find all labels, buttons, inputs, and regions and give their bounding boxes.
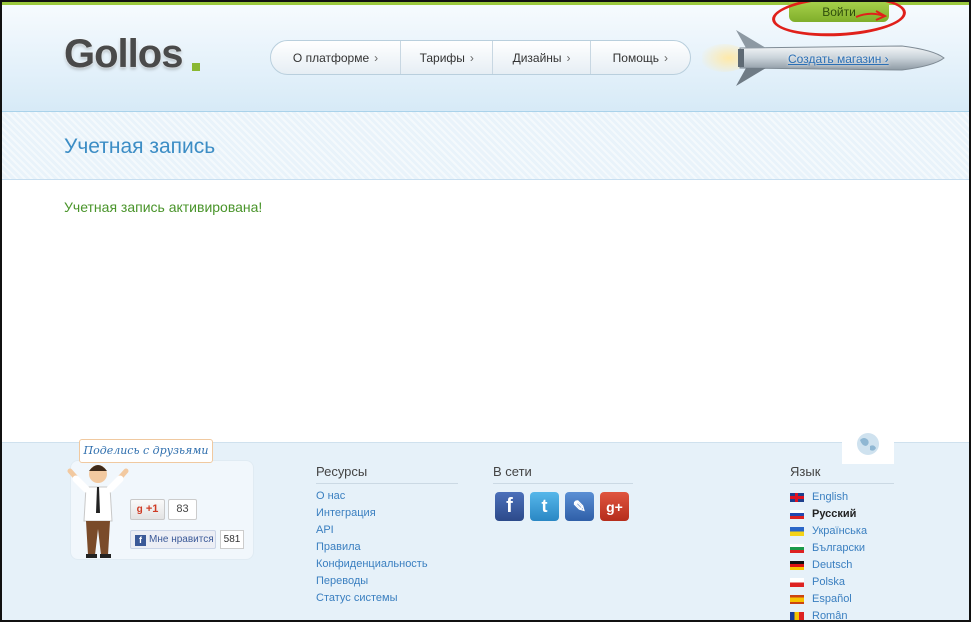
language-label: Deutsch (812, 559, 853, 571)
language-english[interactable]: English (790, 489, 867, 506)
language-german[interactable]: Deutsch (790, 557, 867, 574)
main-nav: О платформе › Тарифы › Дизайны › Помощь … (270, 40, 691, 75)
nav-item-pricing[interactable]: Тарифы › (401, 41, 494, 74)
language-label: English (812, 491, 849, 503)
twitter-icon[interactable]: t (530, 492, 559, 521)
de-flag-icon (790, 561, 804, 570)
resource-link-integration[interactable]: Интеграция (316, 505, 428, 522)
resources-heading: Ресурсы (316, 464, 458, 484)
language-polish[interactable]: Polska (790, 574, 867, 591)
language-romanian[interactable]: Român (790, 608, 867, 620)
resource-link-api[interactable]: API (316, 522, 428, 539)
language-label: Polska (812, 576, 846, 588)
chevron-right-icon: › (469, 50, 474, 65)
page: Gollos О платформе › Тарифы › Дизайны › … (2, 2, 969, 620)
ru-flag-icon (790, 510, 804, 519)
blog-icon[interactable]: ✎ (565, 492, 594, 521)
annotation-arrow-icon (855, 10, 888, 21)
resource-link-about[interactable]: О нас (316, 488, 428, 505)
resources-list: О нас Интеграция API Правила Конфиденциа… (316, 488, 428, 607)
chevron-right-icon: › (664, 50, 669, 65)
resource-link-privacy[interactable]: Конфиденциальность (316, 556, 428, 573)
nav-item-label: Помощь (612, 50, 660, 65)
google-plus-count: 83 (168, 499, 197, 520)
language-label: Български (812, 542, 865, 554)
language-ukrainian[interactable]: Українська (790, 523, 867, 540)
chevron-right-icon: › (566, 50, 571, 65)
es-flag-icon (790, 595, 804, 604)
nav-item-help[interactable]: Помощь › (591, 41, 690, 74)
facebook-icon[interactable]: f (495, 492, 524, 521)
chevron-right-icon: › (374, 50, 379, 65)
language-bulgarian[interactable]: Български (790, 540, 867, 557)
nav-item-label: Дизайны (512, 50, 562, 65)
nav-item-platform[interactable]: О платформе › (271, 41, 402, 74)
bg-flag-icon (790, 544, 804, 553)
language-label: Українська (812, 525, 868, 537)
facebook-icon: f (135, 535, 146, 546)
nav-item-label: О платформе (292, 50, 370, 65)
facebook-like-button[interactable]: f Мне нравится (130, 530, 216, 549)
language-heading: Язык (790, 464, 894, 484)
world-map-icon (842, 429, 894, 464)
mascot-man-illustration (67, 465, 129, 558)
language-list: English Русский Українська Български Deu… (790, 489, 867, 620)
social-icons: f t ✎ g+ (495, 492, 629, 521)
facebook-like-count: 581 (220, 530, 244, 549)
logo-dot (192, 63, 200, 71)
pl-flag-icon (790, 578, 804, 587)
resource-link-system-status[interactable]: Статус системы (316, 590, 428, 607)
resource-link-translations[interactable]: Переводы (316, 573, 428, 590)
uk-flag-icon (790, 493, 804, 502)
nav-item-label: Тарифы (419, 50, 465, 65)
google-plus-one-button[interactable]: g +1 (130, 499, 165, 520)
google-plus-icon: g (136, 504, 143, 515)
activation-message: Учетная запись активирована! (64, 199, 263, 215)
language-label: Român (812, 610, 848, 620)
ro-flag-icon (790, 612, 804, 620)
resource-link-rules[interactable]: Правила (316, 539, 428, 556)
language-label: Русский (812, 508, 857, 520)
create-shop-link[interactable]: Создать магазин › (788, 52, 889, 66)
ua-flag-icon (790, 527, 804, 536)
nav-item-designs[interactable]: Дизайны › (493, 41, 591, 74)
facebook-like-label: Мне нравится (149, 534, 214, 545)
language-label: Español (812, 593, 852, 605)
language-spanish[interactable]: Español (790, 591, 867, 608)
site-logo[interactable]: Gollos (64, 32, 183, 77)
page-title: Учетная запись (64, 135, 216, 158)
language-russian[interactable]: Русский (790, 506, 867, 523)
google-plus-label: +1 (145, 503, 159, 515)
social-heading: В сети (493, 464, 633, 484)
google-plus-icon[interactable]: g+ (600, 492, 629, 521)
